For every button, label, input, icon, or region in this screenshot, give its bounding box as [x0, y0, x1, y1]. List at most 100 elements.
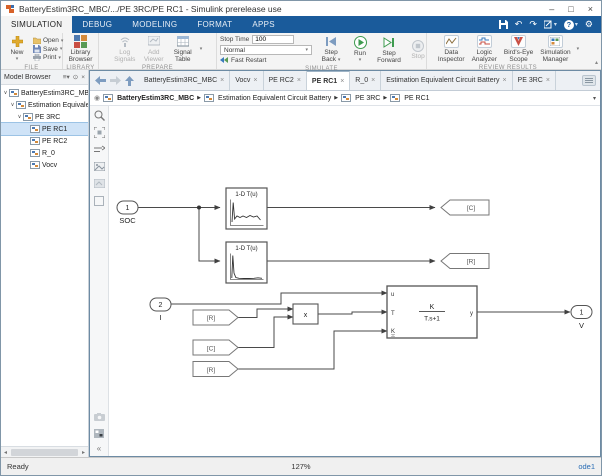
maximize-button[interactable]: □ — [568, 4, 573, 14]
redo-icon[interactable]: ↷ — [529, 19, 537, 30]
fast-restart-toggle[interactable]: Fast Restart — [220, 56, 312, 64]
goto-c-block[interactable]: [C] — [440, 199, 490, 216]
canvas-palette: « — [90, 106, 109, 456]
tab-apps[interactable]: APPS — [242, 16, 285, 33]
save-button[interactable]: Save ▾ — [33, 45, 63, 53]
doc-tab[interactable]: Estimation Equivalent Circuit Battery × — [381, 71, 513, 90]
tab-modeling[interactable]: MODELING — [122, 16, 187, 33]
add-viewer-button[interactable]: Add Viewer — [141, 34, 167, 64]
inport-soc-block[interactable]: 1 SOC — [116, 200, 139, 225]
tree-node-selected[interactable]: PE RC1 — [1, 122, 88, 136]
print-button[interactable]: Print ▾ — [33, 54, 63, 61]
close-tab-icon[interactable]: × — [297, 77, 301, 84]
breadcrumb-item[interactable]: Estimation Equivalent Circuit Battery — [204, 94, 331, 102]
settings-gear-icon[interactable]: ⚙ — [585, 19, 593, 30]
library-browser-button[interactable]: Library Browser — [67, 34, 95, 64]
panel-close-icon[interactable]: × — [81, 74, 85, 81]
close-button[interactable]: × — [588, 4, 593, 14]
review-more-icon[interactable]: ▾ — [576, 46, 581, 52]
diagram-canvas[interactable]: 1 SOC 1-D T(u) 1-D T(u) [C] [R] 2 I [R] … — [109, 106, 600, 456]
lookup-table-2-block[interactable]: 1-D T(u) — [225, 241, 268, 284]
expand-caret-icon[interactable]: ∨ — [2, 90, 9, 96]
screenshot-icon[interactable] — [93, 410, 106, 423]
log-signals-button[interactable]: Log Signals — [112, 34, 138, 64]
stop-time-input[interactable] — [252, 35, 295, 44]
new-button[interactable]: New ▾ — [4, 34, 30, 64]
lookup-table-1-block[interactable]: 1-D T(u) — [225, 187, 268, 230]
prepare-more-icon[interactable]: ▾ — [199, 46, 204, 52]
simulation-manager-button[interactable]: Simulation Manager — [538, 34, 572, 64]
tree-node-root[interactable]: ∨ BatteryEstim3RC_MBC — [1, 87, 88, 99]
doc-tab[interactable]: PE 3RC × — [513, 71, 556, 90]
tab-simulation[interactable]: SIMULATION — [1, 16, 73, 33]
breadcrumb-item[interactable]: BatteryEstim3RC_MBC — [103, 94, 194, 102]
breadcrumb-item[interactable]: PE 3RC — [341, 94, 380, 102]
minimize-toolstrip-icon[interactable]: ▴ — [595, 59, 598, 66]
model-data-icon[interactable] — [93, 427, 106, 440]
close-tab-icon[interactable]: × — [253, 77, 257, 84]
annotation-image-icon[interactable] — [93, 160, 106, 173]
close-tab-icon[interactable]: × — [546, 77, 550, 84]
viewmarks-icon[interactable] — [93, 177, 106, 190]
hide-palette-icon[interactable]: « — [97, 444, 101, 453]
run-button[interactable]: Run ▾ — [347, 35, 373, 65]
back-icon[interactable] — [95, 76, 106, 85]
doc-tab-active[interactable]: PE RC1 × — [306, 71, 351, 90]
annotation-icon[interactable]: ▾ — [543, 20, 557, 29]
simulation-mode-select[interactable]: Normal ▾ — [220, 45, 312, 55]
up-to-parent-icon[interactable] — [125, 75, 134, 86]
doc-tab[interactable]: BatteryEstim3RC_MBC × — [139, 71, 231, 90]
panel-target-icon[interactable]: ⊙ — [73, 73, 78, 81]
minimize-button[interactable]: – — [549, 4, 554, 14]
expand-caret-icon[interactable]: ∨ — [9, 102, 16, 108]
tree-node[interactable]: Vocv — [1, 159, 88, 171]
doc-tab[interactable]: Vocv × — [230, 71, 264, 90]
inport-i-block[interactable]: 2 I — [149, 297, 172, 322]
tree-node[interactable]: PE RC2 — [1, 135, 88, 147]
solver-link[interactable]: ode1 — [578, 462, 595, 471]
close-tab-icon[interactable]: × — [371, 77, 375, 84]
birds-eye-scope-button[interactable]: Bird's-Eye Scope — [502, 34, 535, 64]
step-forward-button[interactable]: Step Forward — [376, 35, 402, 65]
transfer-fcn-block[interactable]: u T K y K T.s+1 — [386, 285, 478, 339]
breadcrumb-root-icon[interactable]: ◉ — [94, 94, 100, 102]
sample-time-icon[interactable] — [93, 143, 106, 156]
from-r1-block[interactable]: [R] — [192, 309, 239, 326]
scrollbar-thumb[interactable] — [11, 448, 78, 456]
product-block[interactable]: x — [292, 303, 319, 325]
undo-icon[interactable]: ↶ — [515, 19, 523, 30]
tab-list-button[interactable] — [582, 75, 596, 86]
help-icon[interactable]: ? ▾ — [563, 19, 578, 30]
from-c-block[interactable]: [C] — [192, 339, 239, 356]
doc-tab[interactable]: PE RC2 × — [264, 71, 307, 90]
data-inspector-button[interactable]: Data Inspector — [436, 34, 467, 64]
forward-icon[interactable] — [110, 76, 121, 85]
from-r2-block[interactable]: [R] — [192, 361, 239, 377]
tab-format[interactable]: FORMAT — [187, 16, 242, 33]
logic-analyzer-button[interactable]: Logic Analyzer — [470, 34, 499, 64]
goto-r-block[interactable]: [R] — [440, 253, 490, 269]
tab-debug[interactable]: DEBUG — [72, 16, 122, 33]
open-button[interactable]: Open ▾ — [33, 37, 63, 44]
signal-table-button[interactable]: Signal Table — [170, 34, 196, 64]
scroll-left-icon[interactable]: ◂ — [1, 449, 10, 456]
breadcrumb-item[interactable]: PE RC1 — [390, 94, 430, 102]
doc-tab[interactable]: R_0 × — [350, 71, 382, 90]
area-box-icon[interactable] — [93, 194, 106, 207]
step-back-button[interactable]: Step Back ▾ — [318, 34, 344, 65]
save-icon[interactable] — [498, 20, 508, 29]
scroll-right-icon[interactable]: ▸ — [79, 449, 88, 456]
close-tab-icon[interactable]: × — [502, 77, 506, 84]
tree-node[interactable]: R_0 — [1, 147, 88, 159]
model-browser-hscrollbar[interactable]: ◂ ▸ — [1, 446, 88, 457]
outport-v-block[interactable]: 1 V — [570, 305, 593, 331]
breadcrumb-options-icon[interactable]: ▾ — [593, 95, 596, 102]
zoom-icon[interactable] — [93, 109, 106, 122]
close-tab-icon[interactable]: × — [340, 78, 344, 85]
expand-caret-icon[interactable]: ∨ — [16, 114, 23, 120]
panel-menu-icon[interactable]: ≡▾ — [63, 73, 70, 81]
tree-node[interactable]: ∨ Estimation Equivalent Ci — [1, 99, 88, 111]
fit-to-view-icon[interactable] — [93, 126, 106, 139]
tree-node[interactable]: ∨ PE 3RC — [1, 111, 88, 123]
close-tab-icon[interactable]: × — [220, 77, 224, 84]
